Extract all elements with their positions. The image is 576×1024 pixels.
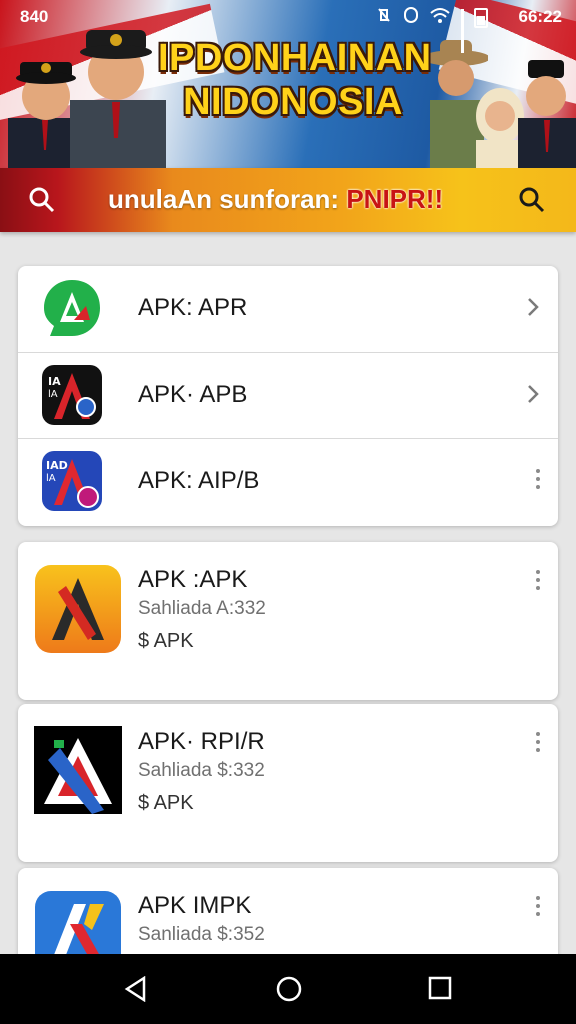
- banner-title-line1: IPDONHAINAN: [158, 37, 432, 79]
- list-item[interactable]: IAD lA APK: AIP/B: [18, 438, 558, 523]
- more-vertical-icon[interactable]: [536, 896, 540, 916]
- app-price: $ APK: [138, 792, 194, 814]
- list-item[interactable]: APK: APR: [18, 266, 558, 350]
- app-name: APK IMPK: [138, 892, 252, 919]
- list-item[interactable]: IA lA APK· APB: [18, 352, 558, 437]
- battery-icon: [474, 7, 488, 28]
- more-vertical-icon[interactable]: [536, 732, 540, 752]
- search-icon-right[interactable]: [518, 186, 546, 219]
- app-name: APK :APK: [138, 566, 248, 593]
- vibrate-off-icon: [375, 6, 393, 29]
- app-card[interactable]: APK· RPI/R Sahliada $:332 $ APK: [18, 704, 558, 862]
- search-banner-text: unulaAn sunforan: PNIPR!!: [108, 184, 443, 215]
- search-text-highlight: PNIPR!!: [346, 184, 444, 214]
- data-saver-icon: [403, 6, 419, 29]
- back-icon[interactable]: [124, 975, 146, 1007]
- character-student: [518, 60, 576, 168]
- wifi-icon: [429, 6, 451, 29]
- app-icon-green: [44, 280, 100, 336]
- list-item-label: APK: AIP/B: [138, 467, 260, 494]
- app-subtitle: Sahliada A:332: [138, 598, 266, 619]
- chevron-right-icon[interactable]: [526, 383, 540, 410]
- app-tile-text: lA: [48, 389, 58, 400]
- more-vertical-icon[interactable]: [536, 469, 540, 489]
- character-officer-middle: [70, 30, 166, 168]
- app-name: APK· RPI/R: [138, 728, 265, 755]
- app-subtitle: Sahliada $:332: [138, 760, 265, 781]
- app-icon-orange: [35, 565, 121, 653]
- more-vertical-icon[interactable]: [536, 570, 540, 590]
- app-tile-text: IAD: [46, 459, 68, 472]
- search-bar[interactable]: unulaAn sunforan: PNIPR!!: [0, 168, 576, 232]
- app-tile-text: lA: [46, 473, 56, 484]
- recents-icon[interactable]: [428, 976, 452, 1005]
- banner-title: IPDONHAINAN NIDONOSIA: [158, 36, 432, 124]
- banner-title-line2: NIDONOSIA: [183, 81, 403, 123]
- search-text-prefix: unulaAn sunforan:: [108, 184, 347, 214]
- app-tile-text: IA: [48, 375, 61, 388]
- status-bar: 840 66:22: [0, 0, 576, 53]
- app-price: $ APK: [138, 630, 194, 652]
- app-card[interactable]: APK :APK Sahliada A:332 $ APK: [18, 542, 558, 700]
- app-icon-dark: IA lA: [42, 365, 102, 425]
- app-icon-blue: IAD lA: [42, 451, 102, 511]
- status-time-right: 66:22: [518, 7, 562, 26]
- system-nav-bar: [0, 954, 576, 1024]
- apk-list-card: APK: APR IA lA APK· APB IAD lA APK: AIP/…: [18, 266, 558, 526]
- home-icon[interactable]: [276, 976, 302, 1007]
- status-time-left: 840: [20, 7, 49, 26]
- list-item-label: APK· APB: [138, 381, 248, 408]
- app-icon-black: [34, 726, 122, 814]
- app-subtitle: Sanliada $:352: [138, 924, 265, 945]
- search-icon[interactable]: [28, 186, 56, 219]
- list-item-label: APK: APR: [138, 294, 248, 321]
- chevron-right-icon[interactable]: [526, 296, 540, 323]
- signal-icon: [461, 8, 464, 53]
